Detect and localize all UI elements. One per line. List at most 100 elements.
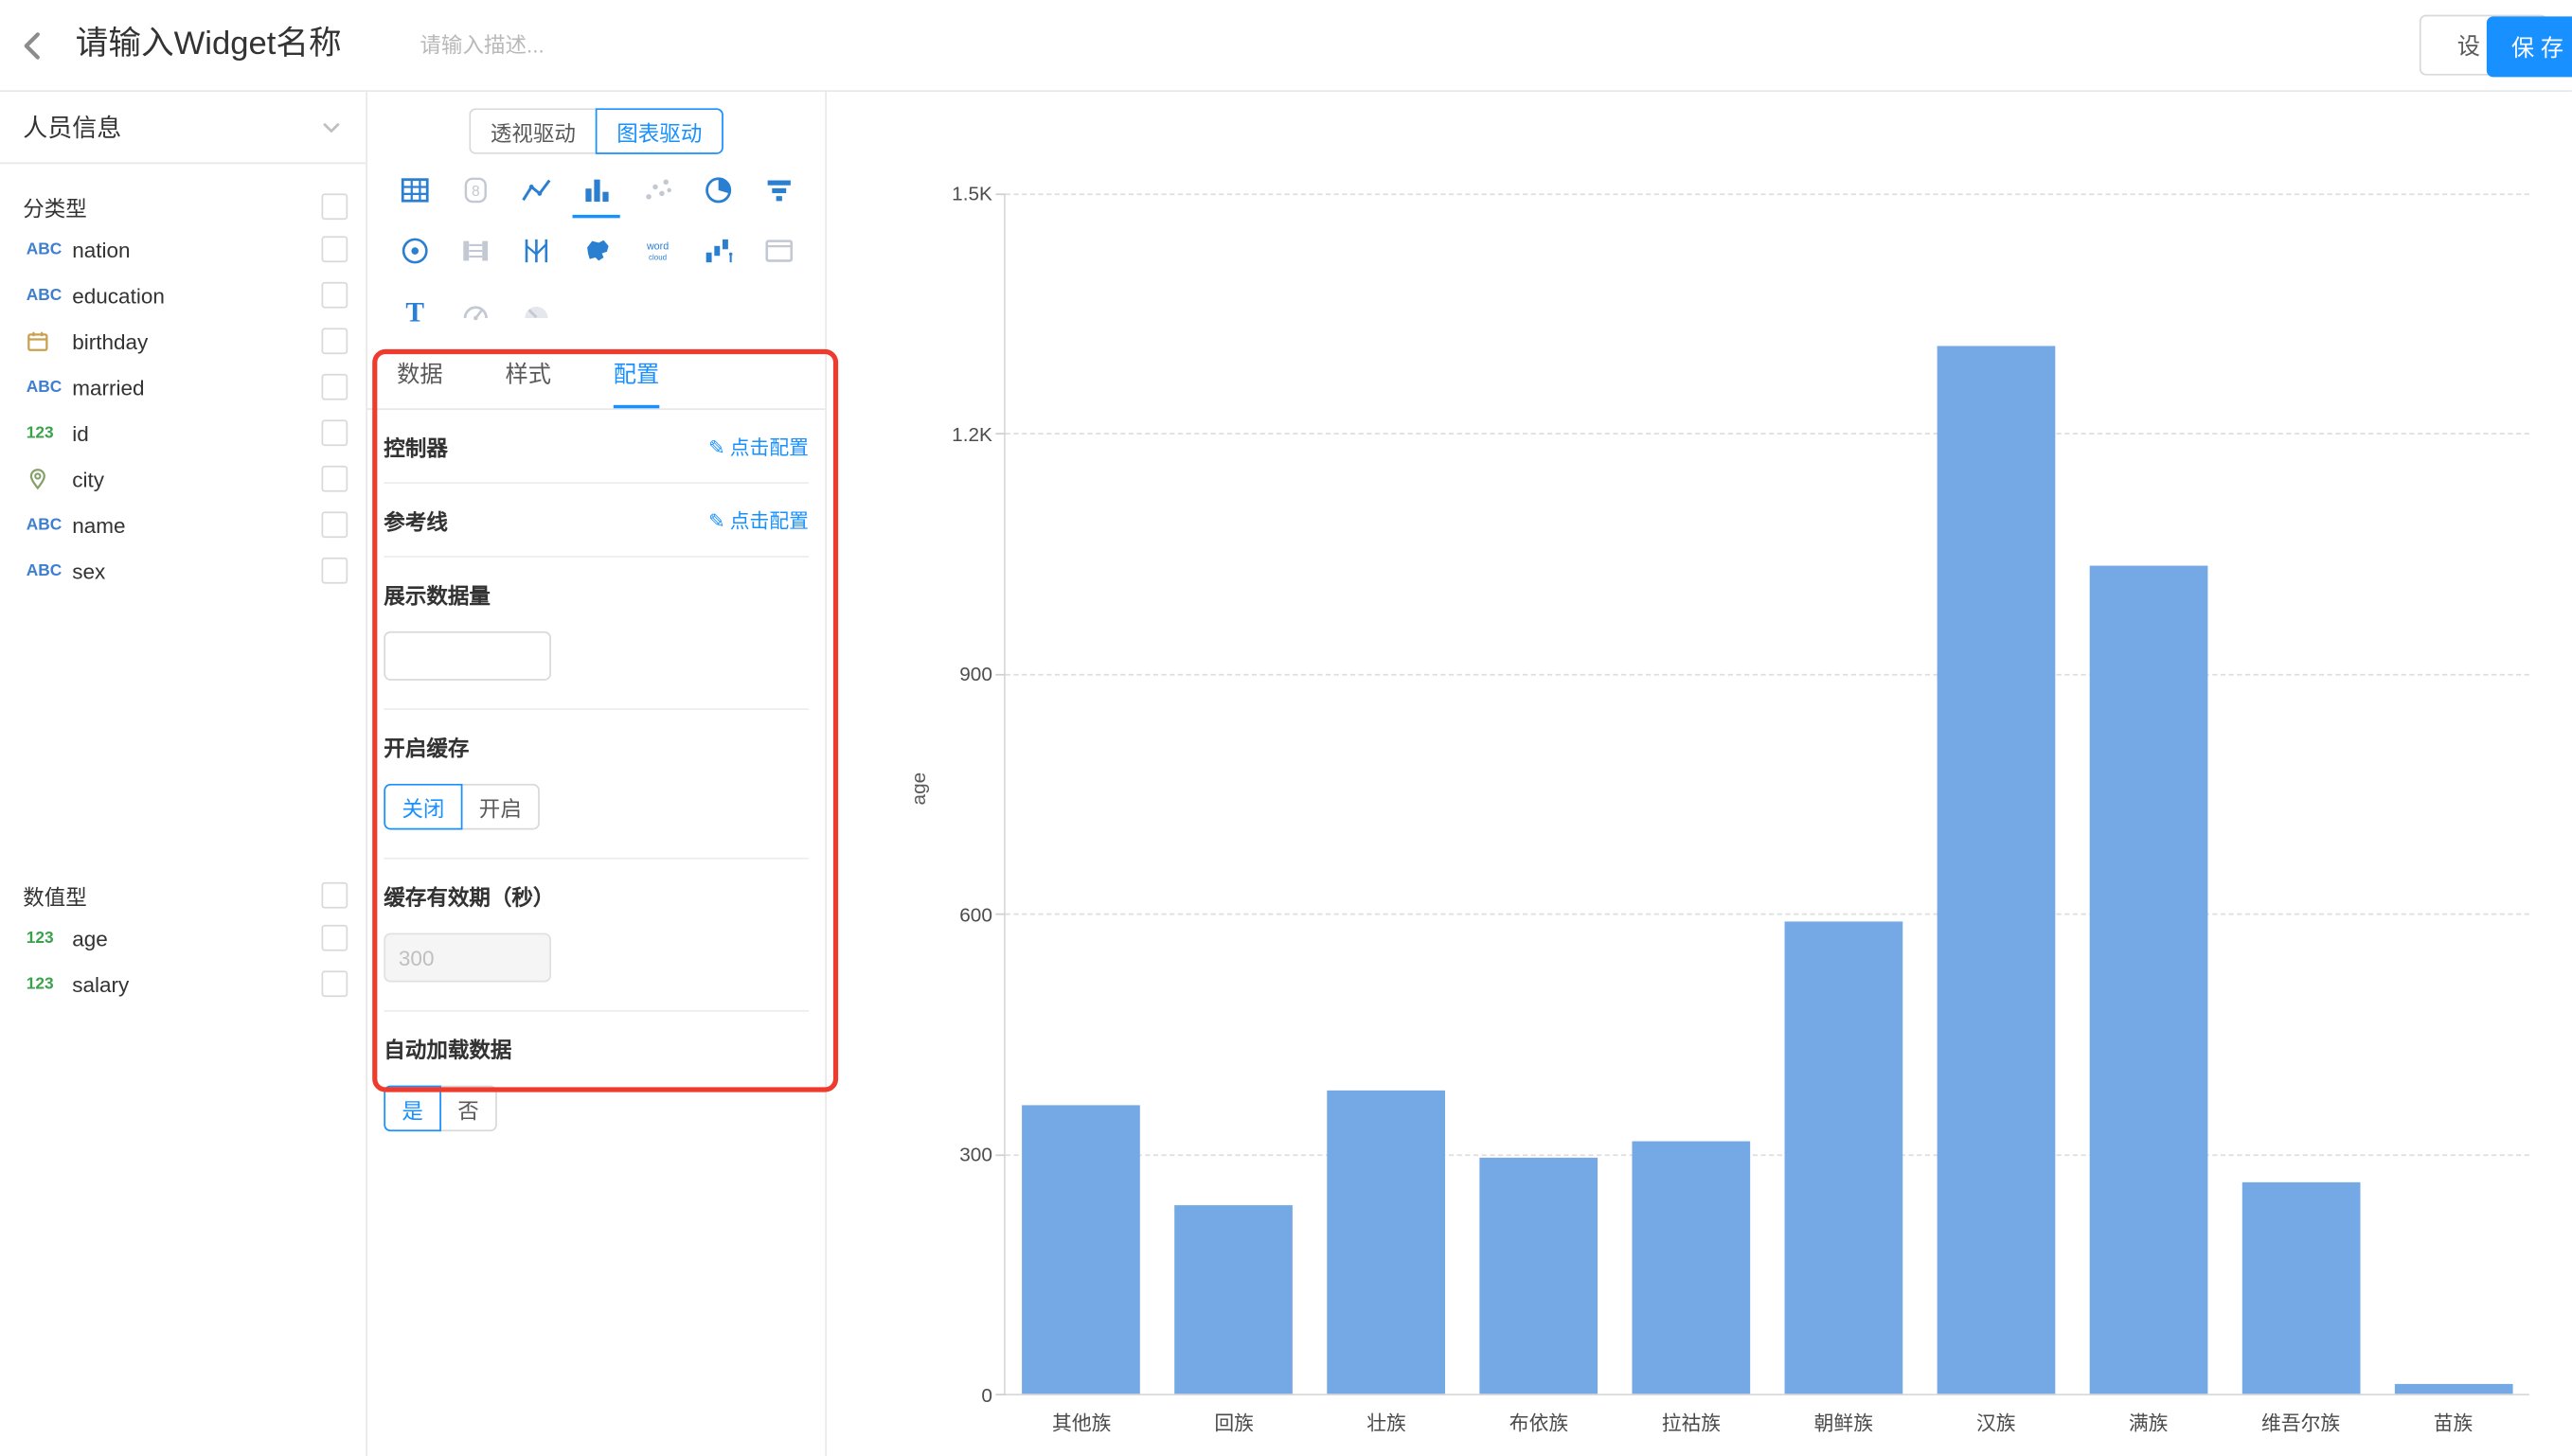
fields-sidebar: 人员信息 分类型 ABC nation ABC education bbox=[0, 92, 367, 1456]
field-row-age[interactable]: 123 age bbox=[0, 915, 366, 961]
china-map-icon bbox=[580, 235, 613, 268]
chart-type-text[interactable]: T bbox=[384, 293, 444, 329]
tab-data[interactable]: 数据 bbox=[397, 358, 442, 409]
bar-壮族[interactable] bbox=[1328, 1090, 1446, 1394]
back-button[interactable] bbox=[0, 0, 65, 91]
y-tick-label: 600 bbox=[853, 903, 992, 926]
chart-mode-button[interactable]: 图表驱动 bbox=[596, 108, 723, 153]
bar-slot: 拉祜族 bbox=[1615, 193, 1767, 1394]
bar-拉祜族[interactable] bbox=[1633, 1142, 1751, 1394]
bar-slot: 朝鲜族 bbox=[1767, 193, 1920, 1394]
field-checkbox[interactable] bbox=[321, 466, 348, 492]
chart-type-bar[interactable] bbox=[566, 172, 627, 208]
field-row-birthday[interactable]: birthday bbox=[0, 318, 366, 364]
autoload-no-button[interactable]: 否 bbox=[439, 1086, 497, 1131]
chart-type-scatter[interactable] bbox=[627, 172, 688, 208]
field-checkbox[interactable] bbox=[321, 925, 348, 951]
iframe-icon bbox=[762, 235, 795, 268]
autoload-group: 自动加载数据 是 否 bbox=[384, 1012, 809, 1160]
cache-on-button[interactable]: 开启 bbox=[461, 784, 540, 829]
y-tick-label: 0 bbox=[853, 1384, 992, 1407]
radar-chart-icon bbox=[398, 235, 431, 268]
tab-style[interactable]: 样式 bbox=[505, 358, 550, 409]
bar-朝鲜族[interactable] bbox=[1784, 922, 1902, 1394]
chart-type-pie[interactable] bbox=[688, 172, 748, 208]
controller-label: 控制器 bbox=[384, 431, 448, 462]
field-name: education bbox=[72, 283, 165, 308]
bar-满族[interactable] bbox=[2089, 565, 2207, 1394]
chart-type-waterfall[interactable] bbox=[688, 233, 748, 269]
field-checkbox[interactable] bbox=[321, 374, 348, 400]
autoload-label: 自动加载数据 bbox=[384, 1033, 809, 1064]
funnel-chart-icon bbox=[762, 174, 795, 207]
field-checkbox[interactable] bbox=[321, 419, 348, 446]
field-row-name[interactable]: ABC name bbox=[0, 502, 366, 547]
text-type-label: ABC bbox=[27, 240, 72, 258]
text-type-label: ABC bbox=[27, 286, 72, 304]
widget-description-input[interactable] bbox=[420, 33, 666, 58]
bar-其他族[interactable] bbox=[1023, 1106, 1141, 1394]
numeric-section-checkbox[interactable] bbox=[321, 882, 348, 909]
bar-汉族[interactable] bbox=[1937, 346, 2055, 1394]
bar-维吾尔族[interactable] bbox=[2242, 1181, 2360, 1394]
field-name: nation bbox=[72, 237, 130, 261]
chart-type-wordcloud[interactable]: word cloud bbox=[627, 233, 688, 269]
pivot-mode-button[interactable]: 透视驱动 bbox=[469, 108, 595, 153]
field-checkbox[interactable] bbox=[321, 511, 348, 538]
chart-type-sankey[interactable] bbox=[444, 233, 505, 269]
chart-type-table[interactable] bbox=[384, 172, 444, 208]
chart-type-radar[interactable] bbox=[384, 233, 444, 269]
chart-type-parallel[interactable] bbox=[505, 233, 565, 269]
display-limit-label: 展示数据量 bbox=[384, 578, 809, 610]
chart-type-gauge[interactable] bbox=[444, 293, 505, 329]
field-name: sex bbox=[72, 559, 105, 583]
field-checkbox[interactable] bbox=[321, 282, 348, 309]
category-section-row: 分类型 bbox=[0, 186, 366, 226]
tab-config[interactable]: 配置 bbox=[614, 358, 659, 409]
scatter-chart-icon bbox=[640, 174, 673, 207]
reference-configure-link[interactable]: ✎点击配置 bbox=[708, 506, 809, 533]
collapse-button[interactable] bbox=[320, 115, 343, 138]
x-tick-label: 维吾尔族 bbox=[2224, 1409, 2377, 1436]
cache-expire-group: 缓存有效期（秒） bbox=[384, 860, 809, 1012]
y-tick-mark bbox=[995, 1154, 1005, 1156]
chart-type-scorecard[interactable]: 8 bbox=[444, 172, 505, 208]
svg-text:8: 8 bbox=[471, 184, 479, 200]
cache-off-button[interactable]: 关闭 bbox=[384, 784, 462, 829]
numeric-section-label: 数值型 bbox=[23, 879, 87, 911]
field-checkbox[interactable] bbox=[321, 236, 348, 262]
field-checkbox[interactable] bbox=[321, 558, 348, 584]
field-name: name bbox=[72, 512, 125, 537]
chart-type-map[interactable] bbox=[566, 233, 627, 269]
x-tick-label: 其他族 bbox=[1006, 1409, 1158, 1436]
field-row-id[interactable]: 123 id bbox=[0, 410, 366, 455]
chart-type-funnel[interactable] bbox=[748, 172, 809, 208]
save-button[interactable]: 保 存 bbox=[2487, 16, 2572, 77]
category-section-checkbox[interactable] bbox=[321, 193, 348, 220]
controller-configure-link[interactable]: ✎点击配置 bbox=[708, 432, 809, 459]
field-row-salary[interactable]: 123 salary bbox=[0, 961, 366, 1006]
chart-type-speedometer[interactable] bbox=[505, 293, 565, 329]
field-name: age bbox=[72, 926, 108, 950]
chart-type-line[interactable] bbox=[505, 172, 565, 208]
field-row-nation[interactable]: ABC nation bbox=[0, 226, 366, 272]
bar-slot: 汉族 bbox=[1920, 193, 2072, 1394]
text-type-label: ABC bbox=[27, 516, 72, 534]
field-row-city[interactable]: city bbox=[0, 456, 366, 502]
bar-苗族[interactable] bbox=[2394, 1384, 2512, 1394]
cache-expire-input[interactable] bbox=[384, 933, 551, 983]
display-limit-input[interactable] bbox=[384, 631, 551, 681]
gauge-chart-icon bbox=[458, 295, 491, 328]
field-checkbox[interactable] bbox=[321, 328, 348, 354]
autoload-yes-button[interactable]: 是 bbox=[384, 1086, 441, 1131]
field-row-sex[interactable]: ABC sex bbox=[0, 548, 366, 594]
field-row-married[interactable]: ABC married bbox=[0, 364, 366, 410]
x-tick-label: 满族 bbox=[2072, 1409, 2224, 1436]
field-checkbox[interactable] bbox=[321, 970, 348, 997]
bar-布依族[interactable] bbox=[1480, 1158, 1599, 1394]
bar-回族[interactable] bbox=[1175, 1206, 1294, 1394]
x-tick-label: 拉祜族 bbox=[1615, 1409, 1767, 1436]
field-row-education[interactable]: ABC education bbox=[0, 273, 366, 318]
chart-type-iframe[interactable] bbox=[748, 233, 809, 269]
widget-name-input[interactable] bbox=[76, 27, 397, 64]
